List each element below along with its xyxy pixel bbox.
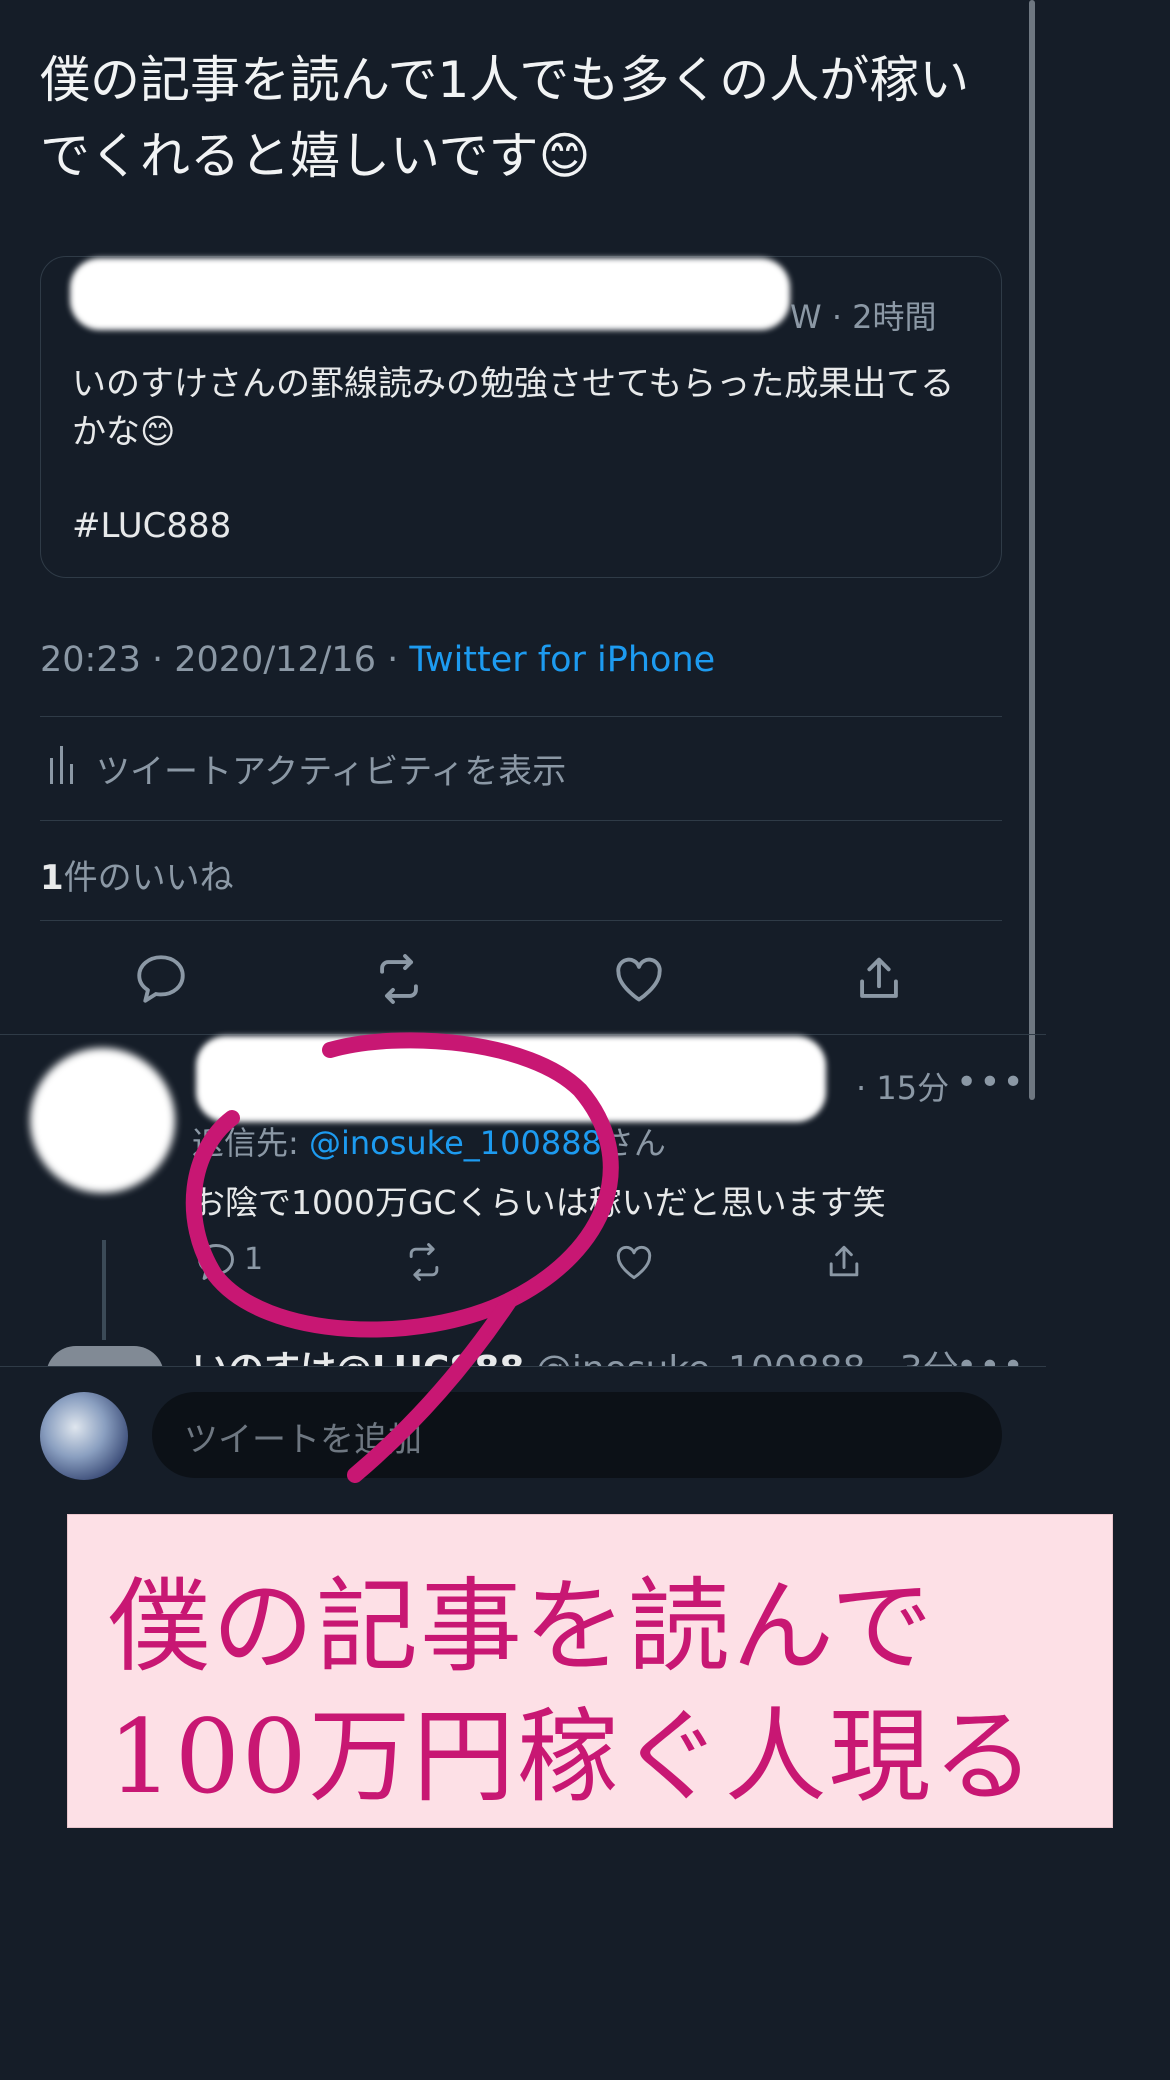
reply-time: · 15分 xyxy=(856,1069,950,1107)
reply-to-prefix: 返信先: xyxy=(192,1124,309,1162)
activity-label: ツイートアクティビティを表示 xyxy=(96,752,567,792)
scrollbar[interactable] xyxy=(1029,0,1035,1100)
likes-count-link[interactable]: 1件のいいね xyxy=(40,850,234,899)
redacted-reply-author xyxy=(196,1036,826,1122)
reply-count: 1 xyxy=(244,1242,264,1277)
thread-line xyxy=(102,1240,106,1340)
retweet-icon[interactable] xyxy=(370,950,428,1008)
activity-chart-icon xyxy=(48,744,76,793)
quoted-tweet-meta: W · 2時間 xyxy=(790,298,937,336)
divider xyxy=(40,920,1002,921)
divider xyxy=(0,1366,1046,1367)
reply-to-suffix: さん xyxy=(601,1124,666,1162)
reply-icon[interactable] xyxy=(132,950,190,1008)
divider xyxy=(40,820,1002,821)
like-icon[interactable] xyxy=(612,1240,656,1284)
tweet-text: 僕の記事を読んで1人でも多くの人が稼いでくれると嬉しいです😊 xyxy=(40,51,970,185)
redacted-author-name xyxy=(70,258,790,330)
quoted-tweet-hashtag[interactable]: #LUC888 xyxy=(72,506,231,546)
tweet-timestamp: 20:23 · 2020/12/16 · xyxy=(40,640,410,680)
tweet-source-link[interactable]: Twitter for iPhone xyxy=(409,640,715,680)
like-icon[interactable] xyxy=(610,950,668,1008)
divider xyxy=(0,1034,1046,1035)
likes-label: 件のいいね xyxy=(63,858,234,898)
tweet-reply-placeholder: ツイートを追加 xyxy=(184,1420,422,1460)
reply-to-handle[interactable]: @inosuke_100888 xyxy=(309,1124,602,1162)
share-icon[interactable] xyxy=(822,1240,866,1284)
reply-author-avatar-redacted[interactable] xyxy=(30,1048,175,1193)
user-avatar[interactable] xyxy=(40,1392,128,1480)
retweet-icon[interactable] xyxy=(402,1240,446,1284)
more-icon[interactable]: ••• xyxy=(956,1062,1026,1103)
annotation-banner: 僕の記事を読んで 100万円稼ぐ人現る xyxy=(67,1514,1113,1828)
quoted-tweet-body: いのすけさんの罫線読みの勉強させてもらった成果出てるかな😊 xyxy=(72,364,955,452)
reply-icon[interactable] xyxy=(194,1240,238,1284)
reply-to: 返信先: @inosuke_100888さん xyxy=(192,1118,666,1164)
tweet-activity-link[interactable]: ツイートアクティビティを表示 xyxy=(48,744,566,793)
banner-line-2: 100万円稼ぐ人現る xyxy=(108,1698,1037,1817)
reply-body: お陰で1000万GCくらいは稼いだと思います笑 xyxy=(192,1183,886,1222)
banner-line-1: 僕の記事を読んで xyxy=(108,1568,935,1687)
share-icon[interactable] xyxy=(850,950,908,1008)
tweet-meta: 20:23 · 2020/12/16 · Twitter for iPhone xyxy=(40,640,715,680)
likes-count: 1 xyxy=(40,858,64,898)
divider xyxy=(40,716,1002,717)
